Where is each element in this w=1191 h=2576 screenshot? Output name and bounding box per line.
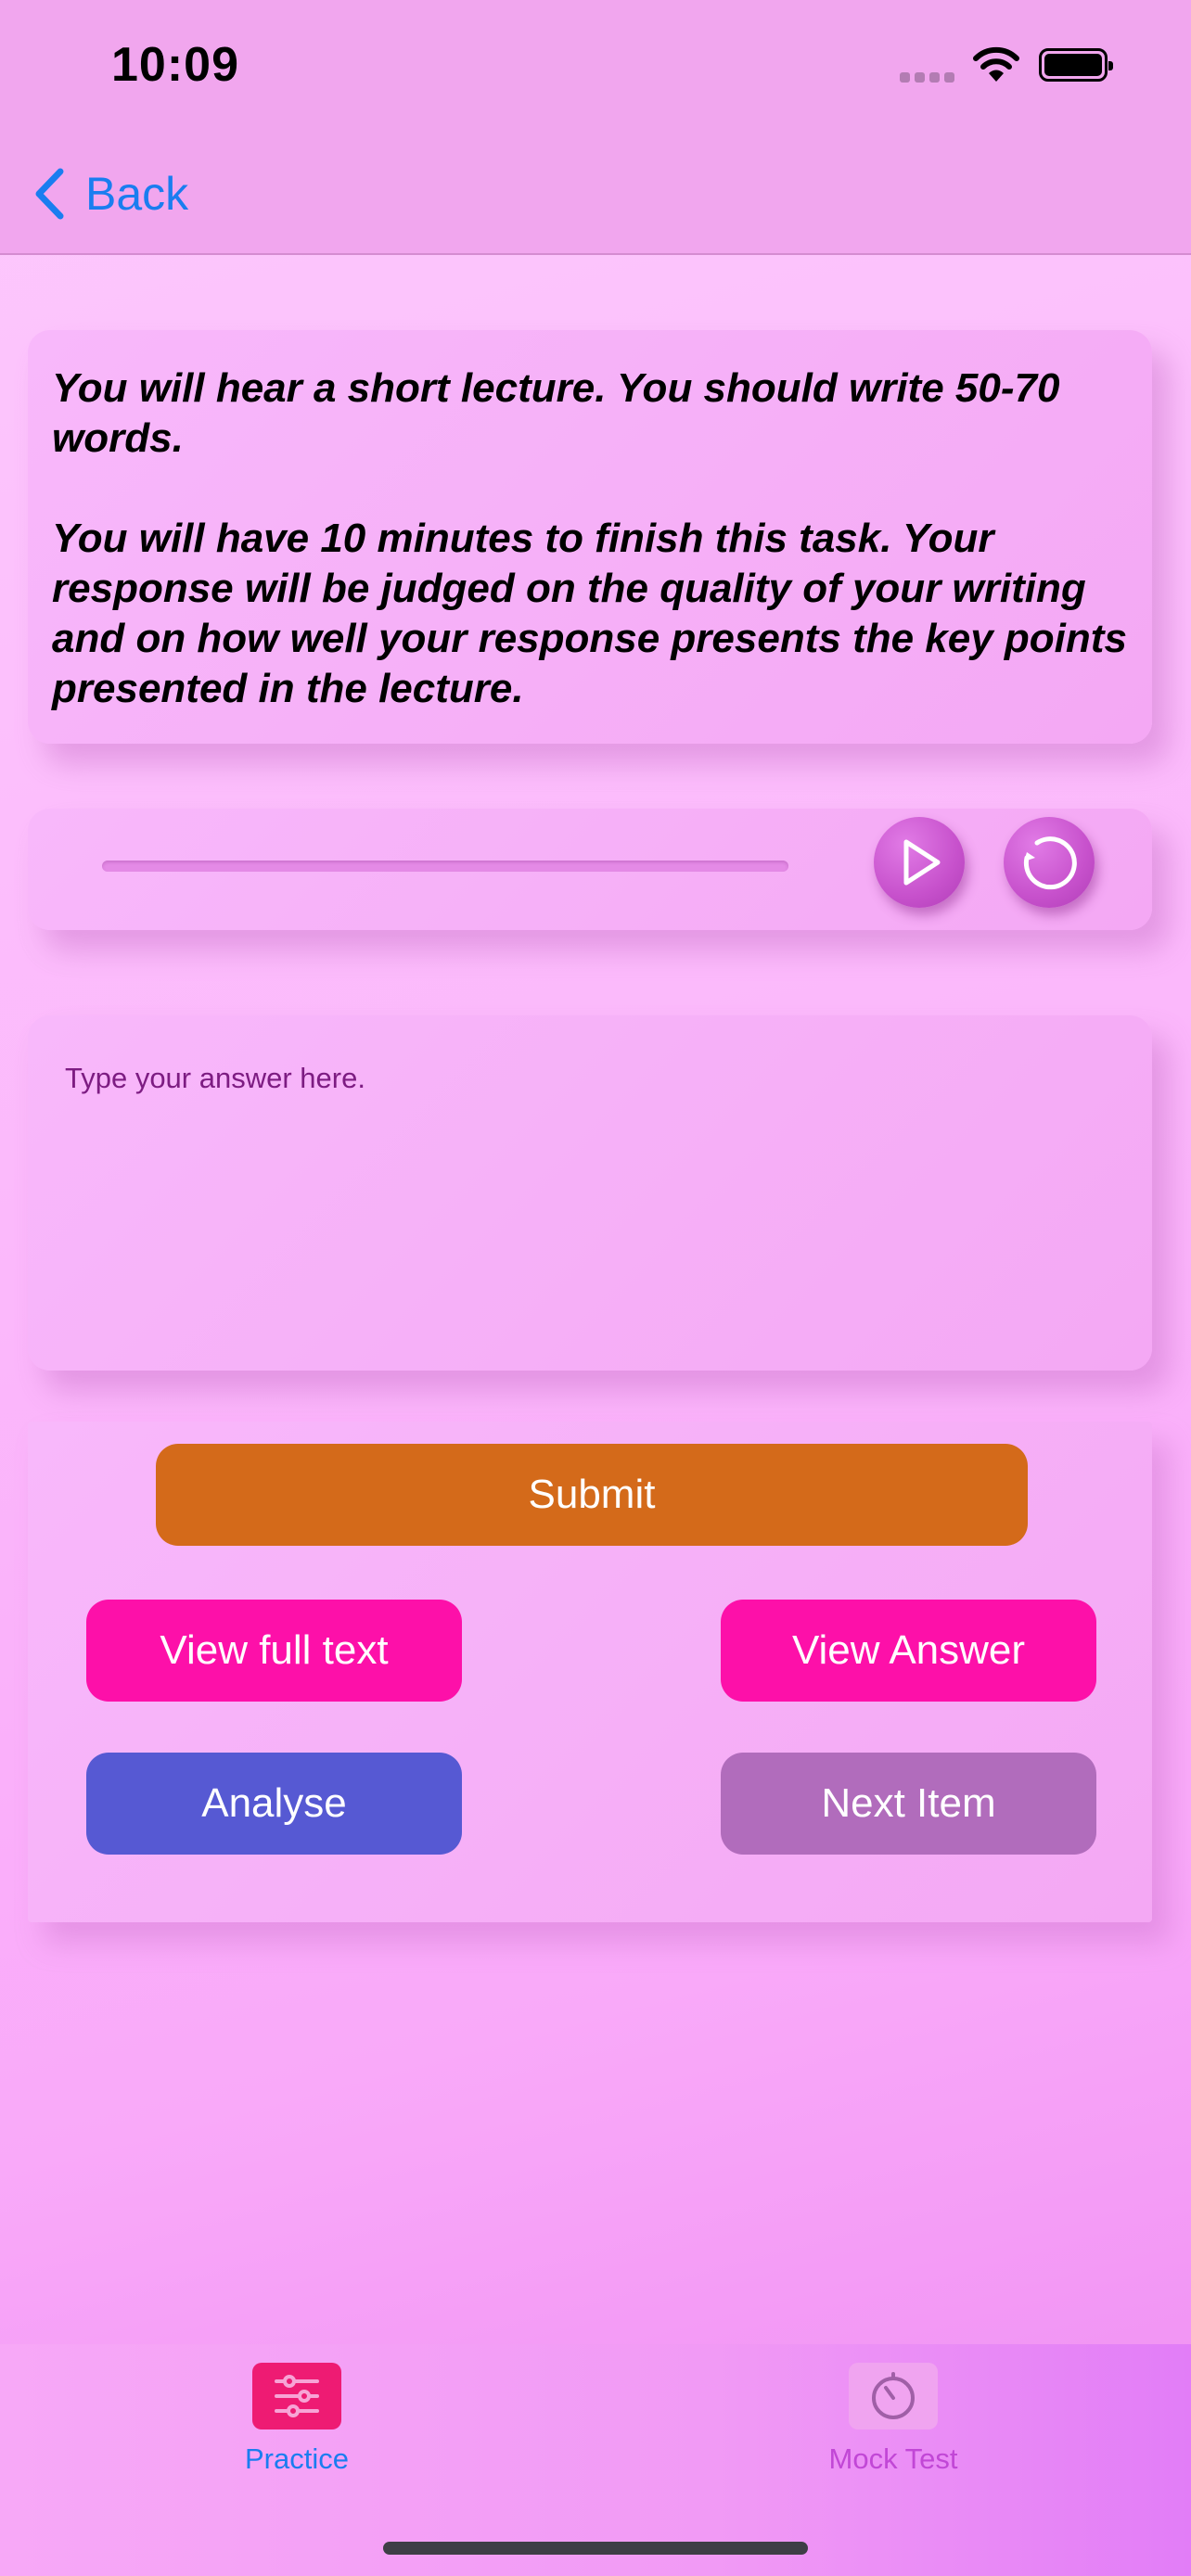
- instructions-paragraph-2: You will have 10 minutes to finish this …: [52, 516, 1127, 711]
- actions-panel: Submit View full text View Answer Analys…: [28, 1422, 1152, 1922]
- battery-icon: [1039, 48, 1113, 82]
- instructions-card: You will hear a short lecture. You shoul…: [28, 330, 1152, 744]
- replay-button[interactable]: [1004, 817, 1095, 908]
- answer-input[interactable]: [28, 1015, 1152, 1371]
- tab-mock-test-label: Mock Test: [828, 2442, 958, 2475]
- chevron-left-icon: [35, 168, 64, 220]
- audio-player: [28, 809, 1152, 930]
- play-button[interactable]: [874, 817, 965, 908]
- cellular-signal-icon: [900, 70, 959, 87]
- tab-practice-label: Practice: [245, 2442, 349, 2475]
- back-label: Back: [85, 168, 189, 220]
- submit-button[interactable]: Submit: [156, 1444, 1028, 1546]
- tab-mock-test[interactable]: Mock Test: [754, 2363, 1032, 2476]
- status-bar: 10:09: [0, 0, 1191, 139]
- analyse-button[interactable]: Analyse: [86, 1753, 462, 1855]
- audio-progress-slider[interactable]: [102, 861, 788, 872]
- back-button[interactable]: Back: [33, 161, 188, 226]
- wifi-icon: [972, 46, 1020, 88]
- play-icon: [903, 839, 941, 886]
- home-indicator: [383, 2542, 808, 2555]
- instructions-paragraph-1: You will hear a short lecture. You shoul…: [52, 365, 1060, 461]
- answer-card: [28, 1015, 1152, 1371]
- sliders-icon: [252, 2363, 341, 2429]
- view-full-text-button[interactable]: View full text: [86, 1600, 462, 1702]
- view-answer-button[interactable]: View Answer: [721, 1600, 1096, 1702]
- timer-icon: [849, 2363, 938, 2429]
- navigation-bar: Back: [0, 139, 1191, 255]
- next-item-button[interactable]: Next Item: [721, 1753, 1096, 1855]
- replay-icon: [1023, 836, 1077, 890]
- tab-practice[interactable]: Practice: [158, 2363, 436, 2476]
- status-time: 10:09: [111, 38, 239, 92]
